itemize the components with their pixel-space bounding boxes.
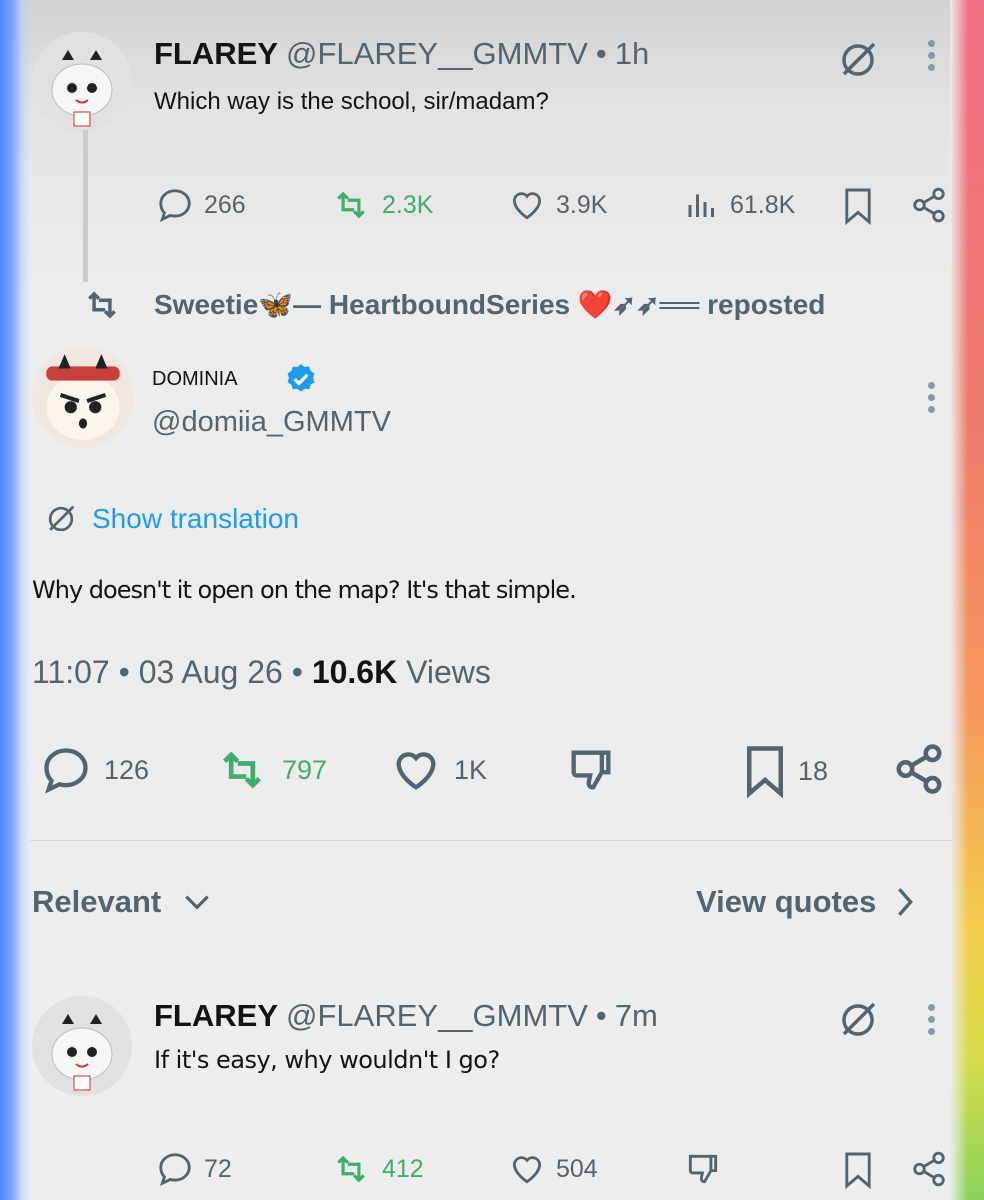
tweet-text: Why doesn't it open on the map? It's tha…	[32, 576, 577, 604]
view-quotes-label: View quotes	[696, 884, 877, 919]
heart-icon	[512, 1156, 542, 1184]
separator-dot: •	[595, 998, 607, 1033]
reposted-by[interactable]: Sweetie🦋— HeartboundSeries ❤️➶➶══ repost…	[154, 288, 825, 321]
reply-text: If it's easy, why wouldn't I go?	[154, 1046, 500, 1074]
heart-icon	[512, 192, 542, 220]
repost-button[interactable]: 797	[212, 744, 327, 796]
timestamp[interactable]: 1h	[615, 36, 649, 72]
right-edge-glow	[950, 0, 984, 1200]
reply-count: 266	[204, 190, 246, 219]
more-options-icon[interactable]	[928, 40, 936, 76]
downvote-icon[interactable]	[684, 1150, 722, 1188]
user-handle[interactable]: @FLAREY__GMMTV	[286, 36, 588, 72]
tweet-date[interactable]: 03 Aug 26	[139, 654, 283, 690]
tweet-header: FLAREY @FLAREY__GMMTV • 1h	[154, 36, 649, 72]
separator-dot: •	[291, 654, 303, 690]
reposted-label: reposted	[707, 289, 826, 320]
verified-badge-icon	[284, 362, 318, 396]
bookmark-count: 18	[798, 755, 829, 786]
like-count: 3.9K	[556, 190, 608, 219]
main-tweet-header: DOMINIA	[152, 362, 318, 396]
reply-count: 72	[204, 1154, 232, 1183]
like-button[interactable]: 1K	[388, 744, 487, 796]
repost-count: 2.3K	[382, 190, 434, 219]
repost-icon	[337, 191, 365, 219]
chevron-right-icon	[898, 888, 914, 916]
divider	[30, 840, 952, 841]
mascot-avatar-icon	[32, 996, 132, 1096]
more-options-icon[interactable]	[928, 1004, 936, 1040]
reply-icon	[159, 189, 191, 222]
tweet-text: Which way is the school, sir/madam?	[154, 88, 549, 115]
reply-button[interactable]: 72	[156, 1150, 232, 1188]
repost-count: 797	[282, 754, 328, 785]
separator-dot: •	[118, 654, 130, 690]
reply-header: FLAREY @FLAREY__GMMTV • 7m	[154, 998, 658, 1034]
display-name[interactable]: FLAREY	[154, 36, 278, 72]
like-count: 1K	[454, 754, 488, 785]
show-translation-label: Show translation	[92, 503, 300, 534]
views-count: 61.8K	[730, 190, 796, 219]
views-count[interactable]: 10.6K	[312, 654, 397, 690]
repost-button[interactable]: 2.3K	[330, 186, 433, 224]
reply-count: 126	[104, 754, 150, 785]
repost-button[interactable]: 412	[330, 1150, 424, 1188]
share-icon[interactable]	[910, 186, 948, 224]
left-edge-glow	[0, 0, 30, 1200]
bookmark-icon[interactable]	[842, 186, 874, 226]
repost-count: 412	[382, 1154, 424, 1183]
avatar[interactable]	[32, 996, 132, 1096]
translate-icon	[48, 505, 75, 532]
share-icon[interactable]	[910, 1150, 948, 1188]
bookmark-button[interactable]: 18	[742, 744, 828, 798]
show-translation-link[interactable]: Show translation	[44, 502, 299, 536]
tweet-metadata: 11:07 • 03 Aug 26 • 10.6K Views	[32, 654, 491, 691]
view-quotes-link[interactable]: View quotes	[696, 884, 916, 920]
reply-icon	[159, 1153, 191, 1186]
reply-button[interactable]: 126	[38, 744, 149, 796]
thread-line	[83, 130, 88, 282]
views-chart-icon	[688, 194, 714, 217]
user-handle[interactable]: @FLAREY__GMMTV	[286, 998, 588, 1034]
views-button[interactable]: 61.8K	[684, 186, 795, 224]
tweet-time[interactable]: 11:07	[32, 654, 110, 690]
like-count: 504	[556, 1154, 598, 1183]
display-name[interactable]: FLAREY	[154, 998, 278, 1034]
heart-icon	[396, 752, 436, 790]
bookmark-icon	[747, 746, 783, 798]
repost-indicator-icon	[80, 286, 124, 324]
views-label: Views	[406, 654, 491, 690]
grok-icon[interactable]	[836, 998, 880, 1042]
sort-dropdown[interactable]: Relevant	[32, 884, 213, 920]
reply-button[interactable]: 266	[156, 186, 246, 224]
bookmark-icon[interactable]	[842, 1150, 874, 1190]
like-button[interactable]: 504	[508, 1150, 598, 1188]
mascot-avatar-icon	[32, 32, 132, 132]
chevron-down-icon	[185, 895, 210, 910]
timestamp[interactable]: 7m	[615, 998, 658, 1034]
separator-dot: •	[595, 36, 607, 71]
more-options-icon[interactable]	[928, 382, 936, 418]
repost-icon	[222, 751, 262, 789]
user-handle[interactable]: @domiia_GMMTV	[152, 406, 391, 439]
display-name[interactable]: DOMINIA	[152, 368, 238, 391]
repost-icon	[337, 1155, 365, 1183]
avatar[interactable]	[32, 346, 134, 448]
reposter-name: Sweetie🦋— HeartboundSeries ❤️➶➶══	[154, 289, 700, 320]
sort-label: Relevant	[32, 884, 162, 919]
mascot-avatar-icon	[32, 346, 134, 448]
downvote-icon[interactable]	[564, 744, 618, 796]
reply-icon	[44, 748, 88, 794]
share-icon[interactable]	[892, 742, 946, 796]
avatar[interactable]	[32, 32, 132, 132]
like-button[interactable]: 3.9K	[508, 186, 607, 224]
grok-icon[interactable]	[836, 38, 880, 82]
